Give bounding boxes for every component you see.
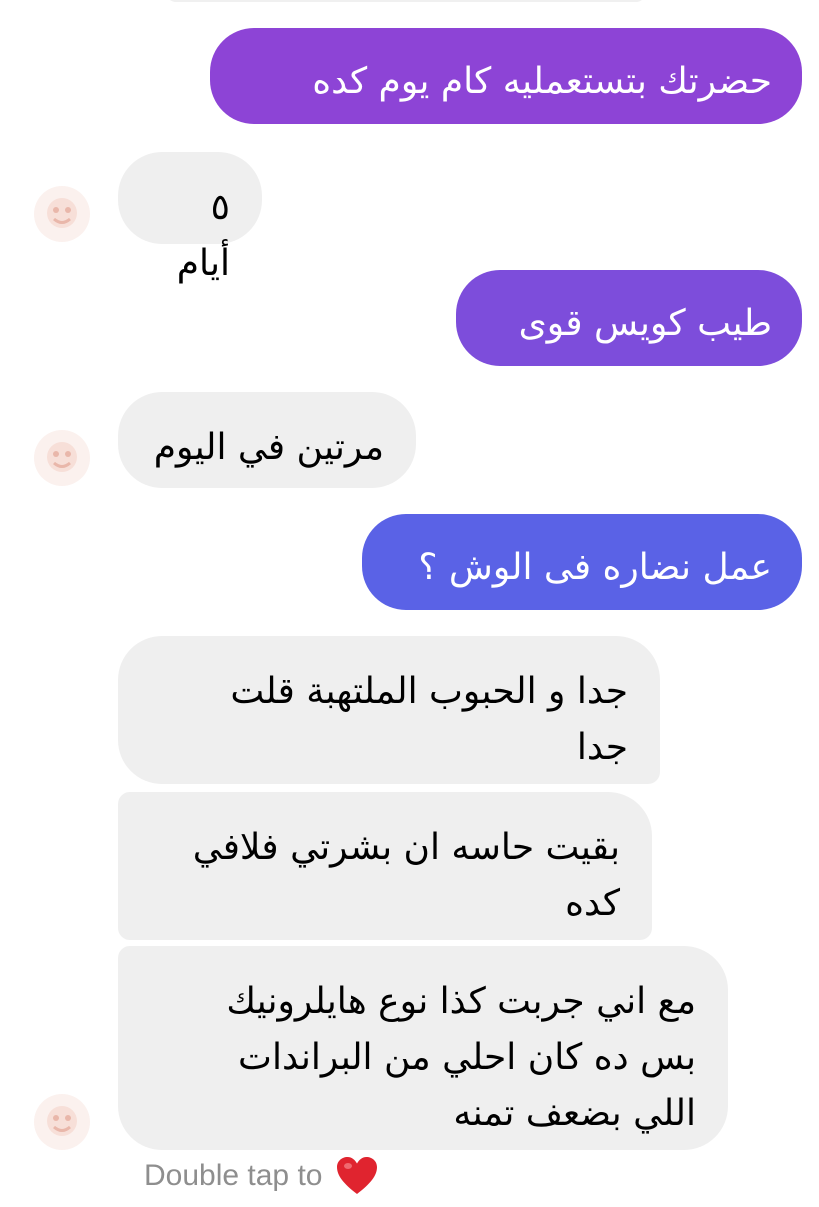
avatar[interactable] [34, 430, 90, 486]
received-message-bubble[interactable]: مرتين في اليوم [118, 392, 416, 488]
previous-message-edge [166, 0, 646, 2]
profile-avatar-icon [34, 1094, 90, 1150]
red-heart-icon[interactable] [336, 1156, 378, 1196]
received-message-bubble[interactable]: ٥ أيام [118, 152, 262, 284]
sent-message-bubble[interactable]: طيب كويس قوى [456, 270, 802, 366]
profile-avatar-icon [34, 430, 90, 486]
received-message-bubble[interactable]: جدا و الحبوب الملتهبة قلت جدا [118, 636, 660, 784]
sent-message-bubble[interactable]: حضرتك بتستعمليه كام يوم كده [210, 28, 802, 124]
avatar[interactable] [34, 186, 90, 242]
double-tap-hint-text: Double tap to [144, 1159, 323, 1192]
double-tap-hint: Double tap to [144, 1156, 378, 1196]
received-message-bubble[interactable]: مع اني جربت كذا نوع هايلرونيك بس ده كان … [118, 946, 728, 1150]
sent-message-bubble[interactable]: عمل نضاره فى الوش ؟ [362, 514, 802, 610]
profile-avatar-icon [34, 186, 90, 242]
received-message-bubble[interactable]: بقيت حاسه ان بشرتي فلافي كده [118, 792, 652, 940]
avatar[interactable] [34, 1094, 90, 1150]
